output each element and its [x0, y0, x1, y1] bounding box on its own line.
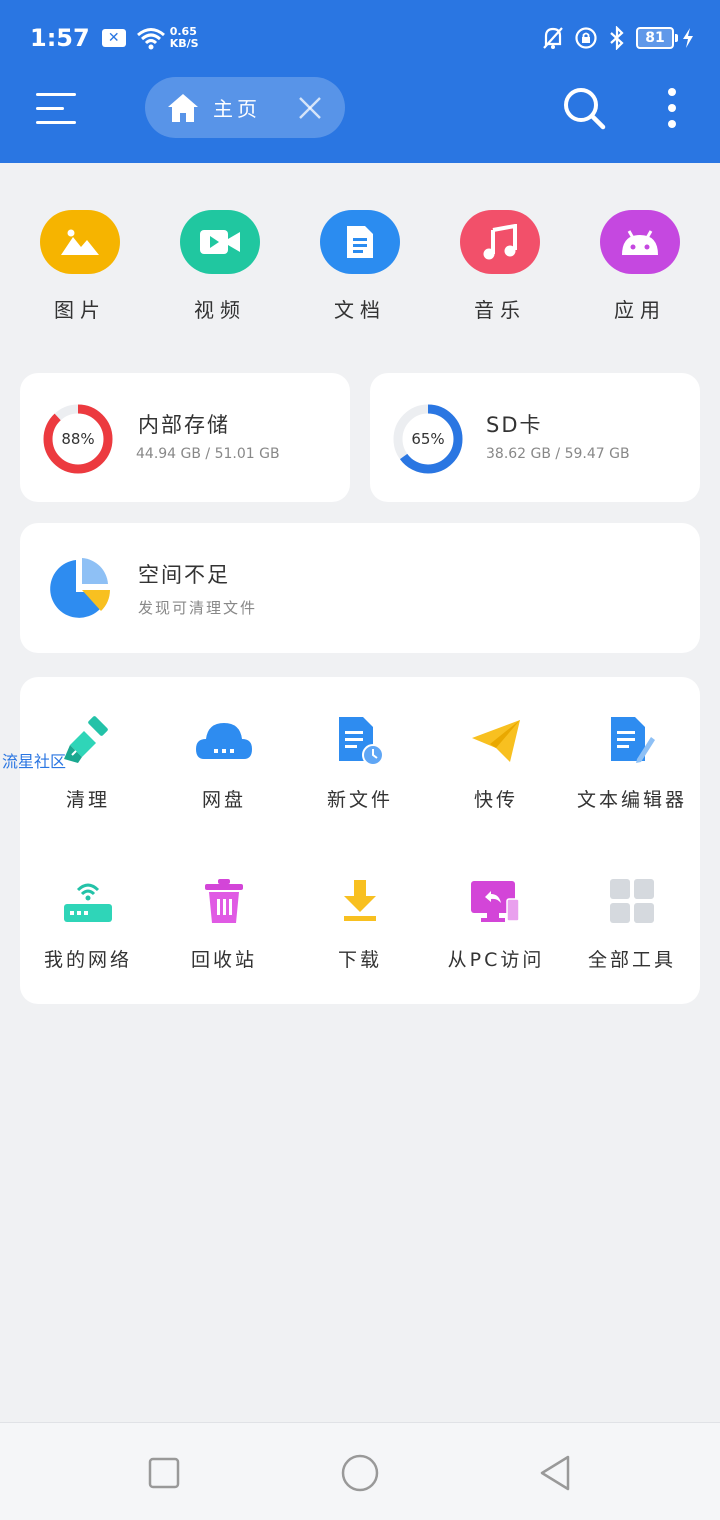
internal-storage-title: 内部存储 — [138, 413, 230, 437]
category-label: 文档 — [334, 298, 386, 322]
system-nav-bar — [0, 1422, 720, 1520]
category-videos[interactable]: 视频 — [170, 210, 270, 323]
music-icon — [460, 210, 540, 274]
status-bar: 1:57 ✕ 0.65 KB/S 81 — [30, 18, 694, 58]
category-apps[interactable]: 应用 — [590, 210, 690, 323]
category-label: 图片 — [54, 298, 106, 322]
tool-label: 我的网络 — [43, 949, 132, 971]
tool-text-editor[interactable]: 文本编辑器 — [564, 713, 700, 812]
sd-card-storage-card[interactable]: 65% SD卡 38.62 GB / 59.47 GB — [370, 373, 700, 502]
text-editor-icon — [604, 713, 660, 769]
video-icon — [180, 210, 260, 274]
tool-download[interactable]: 下载 — [292, 873, 428, 972]
tab-home-label: 主页 — [213, 97, 261, 121]
app-header: 1:57 ✕ 0.65 KB/S 81 主页 — [0, 0, 720, 163]
back-icon[interactable] — [534, 1451, 578, 1495]
search-icon[interactable] — [562, 86, 606, 130]
battery-level: 81 — [636, 27, 674, 49]
android-icon — [600, 210, 680, 274]
internal-storage-card[interactable]: 88% 内部存储 44.94 GB / 51.01 GB — [20, 373, 350, 502]
home-circle-icon[interactable] — [338, 1451, 382, 1495]
tool-label: 下载 — [337, 949, 382, 971]
all-tools-icon — [604, 873, 660, 929]
tool-label: 全部工具 — [587, 949, 676, 971]
category-documents[interactable]: 文档 — [310, 210, 410, 323]
recent-apps-icon[interactable] — [142, 1451, 186, 1495]
category-label: 音乐 — [474, 298, 526, 322]
home-icon — [168, 93, 198, 122]
pc-access-icon — [468, 873, 524, 929]
image-icon — [40, 210, 120, 274]
tool-label: 新文件 — [326, 789, 393, 811]
sd-card-storage-usage: 38.62 GB / 59.47 GB — [486, 446, 630, 462]
paper-plane-icon — [468, 713, 524, 769]
category-label: 应用 — [614, 298, 666, 322]
sd-card-storage-title: SD卡 — [486, 413, 543, 437]
pie-chart-icon — [50, 558, 110, 618]
trash-icon — [196, 873, 252, 929]
category-row: 图片 视频 文档 音乐 应用 — [0, 210, 720, 330]
category-images[interactable]: 图片 — [30, 210, 130, 323]
sd-card-storage-percent: 65% — [411, 430, 445, 448]
tool-label: 回收站 — [190, 949, 257, 971]
tab-home[interactable]: 主页 — [145, 77, 345, 138]
battery-indicator: 81 — [636, 27, 694, 49]
status-time: 1:57 — [30, 24, 90, 52]
space-warning-subtitle: 发现可清理文件 — [138, 599, 258, 617]
new-file-icon — [332, 713, 388, 769]
wifi-icon — [136, 28, 165, 50]
tool-quick-send[interactable]: 快传 — [428, 713, 564, 812]
internal-storage-ring: 88% — [42, 403, 114, 475]
space-warning-title: 空间不足 — [138, 563, 230, 587]
tool-cloud-drive[interactable]: 网盘 — [156, 713, 292, 812]
tool-my-network[interactable]: 我的网络 — [20, 873, 156, 972]
internal-storage-percent: 88% — [61, 430, 95, 448]
router-icon — [60, 873, 116, 929]
tool-label: 快传 — [473, 789, 518, 811]
tool-label: 网盘 — [201, 789, 246, 811]
space-warning-card[interactable]: 空间不足 发现可清理文件 — [20, 523, 700, 653]
network-speed: 0.65 KB/S — [170, 26, 199, 50]
charging-icon — [683, 28, 693, 48]
tools-card: 清理 网盘 新文件 快传 文本编辑器 我的网络 回收站 下载 从PC访问 全部工… — [20, 677, 700, 1004]
tool-recycle-bin[interactable]: 回收站 — [156, 873, 292, 972]
document-icon — [320, 210, 400, 274]
watermark-text: 流星社区 — [2, 752, 67, 771]
close-icon[interactable] — [297, 95, 323, 121]
tool-label: 从PC访问 — [447, 949, 545, 971]
rotation-lock-icon — [575, 27, 597, 49]
tool-label: 文本编辑器 — [576, 789, 687, 811]
tool-new-file[interactable]: 新文件 — [292, 713, 428, 812]
no-sim-icon: ✕ — [101, 29, 126, 47]
tool-all-tools[interactable]: 全部工具 — [564, 873, 700, 972]
broom-icon — [60, 713, 116, 769]
bluetooth-icon — [610, 26, 624, 50]
tool-pc-access[interactable]: 从PC访问 — [428, 873, 564, 972]
internal-storage-usage: 44.94 GB / 51.01 GB — [136, 446, 280, 462]
more-vertical-icon[interactable] — [662, 86, 682, 130]
menu-icon[interactable] — [36, 90, 76, 126]
cloud-drive-icon — [196, 713, 252, 769]
tool-label: 清理 — [65, 789, 110, 811]
download-icon — [332, 873, 388, 929]
category-label: 视频 — [194, 298, 246, 322]
mute-bell-icon — [543, 27, 563, 49]
sd-card-storage-ring: 65% — [392, 403, 464, 475]
category-music[interactable]: 音乐 — [450, 210, 550, 323]
network-speed-unit: KB/S — [169, 37, 199, 50]
